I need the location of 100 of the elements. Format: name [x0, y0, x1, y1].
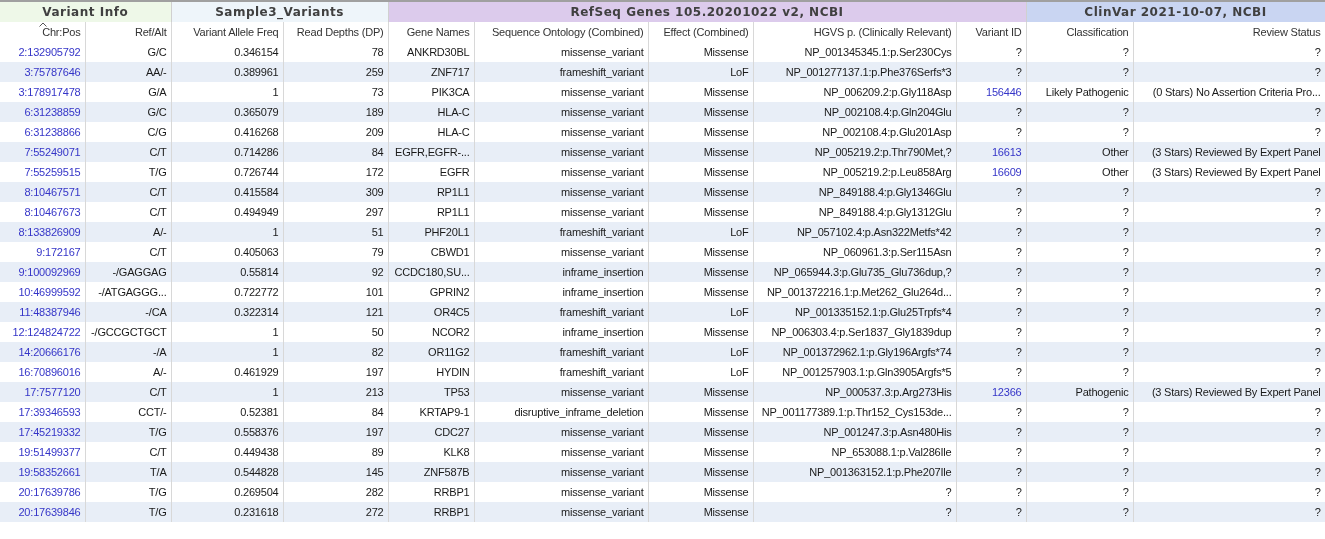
- table-cell: inframe_insertion: [562, 325, 644, 338]
- table-cell: 259: [365, 65, 384, 78]
- table-cell: TP53: [444, 385, 470, 398]
- table-cell: PHF20L1: [424, 225, 470, 238]
- table-cell: inframe_insertion: [562, 265, 644, 278]
- table-cell: missense_variant: [561, 105, 644, 118]
- table-link[interactable]: 17:39346593: [18, 405, 81, 418]
- table-cell: 51: [371, 225, 384, 238]
- table-cell: ?: [1122, 305, 1129, 318]
- table-cell: Missense: [703, 265, 749, 278]
- table-cell: NP_006209.2:p.Gly118Asp: [823, 85, 952, 98]
- table-cell: 0.346154: [234, 45, 279, 58]
- table-cell: missense_variant: [561, 85, 644, 98]
- table-link[interactable]: 19:58352661: [18, 465, 81, 478]
- table-cell: frameshift_variant: [559, 65, 644, 78]
- table-link[interactable]: 8:10467673: [24, 205, 81, 218]
- table-cell: 189: [365, 105, 384, 118]
- table-link[interactable]: 10:46999592: [18, 285, 81, 298]
- table-link[interactable]: 9:100092969: [18, 265, 81, 278]
- table-cell: ?: [1314, 465, 1321, 478]
- table-cell: (3 Stars) Reviewed By Expert Panel: [1151, 145, 1321, 158]
- table-cell: C/T: [149, 385, 167, 398]
- table-cell: NP_849188.4:p.Gly1312Glu: [818, 205, 952, 218]
- table-link[interactable]: 12366: [991, 385, 1022, 398]
- table-cell: NP_065944.3:p.Glu735_Glu736dup,?: [773, 265, 952, 278]
- table-cell: OR4C5: [433, 305, 470, 318]
- table-cell: -/CA: [145, 305, 167, 318]
- table-link[interactable]: 16613: [991, 145, 1022, 158]
- table-cell: T/G: [148, 485, 167, 498]
- table-cell: ?: [1015, 445, 1022, 458]
- table-cell: OR11G2: [428, 345, 470, 358]
- table-link[interactable]: 8:133826909: [18, 225, 81, 238]
- table-cell: Missense: [703, 505, 749, 518]
- table-cell: 1: [272, 345, 279, 358]
- table-cell: NP_000537.3:p.Arg273His: [825, 385, 952, 398]
- table-cell: 101: [365, 285, 384, 298]
- table-cell: G/C: [147, 45, 167, 58]
- table-link[interactable]: 17:7577120: [24, 385, 81, 398]
- table-link[interactable]: 3:75787646: [24, 65, 81, 78]
- table-link[interactable]: 16609: [991, 165, 1022, 178]
- table-link[interactable]: 6:31238859: [24, 105, 81, 118]
- table-cell: -/GAGGAG: [112, 265, 167, 278]
- table-cell: ?: [1122, 265, 1129, 278]
- group-header: Variant Info: [42, 5, 129, 19]
- table-cell: NP_001363152.1:p.Phe207Ile: [809, 465, 952, 478]
- table-cell: Other: [1102, 145, 1129, 158]
- table-cell: 282: [365, 485, 384, 498]
- table-cell: HYDIN: [436, 365, 470, 378]
- table-cell: ?: [1314, 205, 1321, 218]
- table-link[interactable]: 8:10467571: [24, 185, 81, 198]
- table-link[interactable]: 7:55259515: [24, 165, 81, 178]
- table-link[interactable]: 2:132905792: [18, 45, 81, 58]
- table-cell: C/T: [149, 185, 167, 198]
- table-cell: NP_001372216.1:p.Met262_Glu264d...: [766, 285, 952, 298]
- table-cell: CCDC180,SU...: [394, 265, 470, 278]
- table-cell: 0.55814: [240, 265, 279, 278]
- table-cell: NP_001277137.1:p.Phe376Serfs*3: [785, 65, 952, 78]
- table-cell: 272: [365, 505, 384, 518]
- table-cell: Pathogenic: [1075, 385, 1129, 398]
- table-link[interactable]: 20:17639786: [18, 485, 81, 498]
- table-link[interactable]: 7:55249071: [24, 145, 81, 158]
- table-link[interactable]: 12:124824722: [12, 325, 81, 338]
- table-link[interactable]: 19:51499377: [18, 445, 81, 458]
- table-cell: LoF: [730, 345, 749, 358]
- table-link[interactable]: 156446: [986, 85, 1022, 98]
- table-cell: 78: [371, 45, 384, 58]
- table-link[interactable]: 11:48387946: [19, 305, 81, 318]
- table-cell: 0.722772: [234, 285, 279, 298]
- table-cell: C/G: [147, 125, 167, 138]
- table-cell: 0.726744: [234, 165, 279, 178]
- table-cell: ?: [1122, 425, 1129, 438]
- table-cell: Missense: [703, 445, 749, 458]
- table-cell: (0 Stars) No Assertion Criteria Pro...: [1152, 85, 1321, 98]
- table-cell: -/ATGAGGG...: [98, 285, 167, 298]
- table-link[interactable]: 20:17639846: [18, 505, 81, 518]
- table-cell: missense_variant: [561, 125, 644, 138]
- table-cell: HLA-C: [437, 105, 470, 118]
- table-cell: Missense: [703, 125, 749, 138]
- table-cell: 0.494949: [234, 205, 279, 218]
- table-cell: A/-: [153, 225, 167, 238]
- table-cell: 0.389961: [234, 65, 279, 78]
- table-link[interactable]: 16:70896016: [18, 365, 81, 378]
- table-cell: 0.544828: [234, 465, 279, 478]
- table-cell: Missense: [703, 105, 749, 118]
- table-link[interactable]: 14:20666176: [18, 345, 81, 358]
- table-link[interactable]: 9:172167: [36, 245, 81, 258]
- table-cell: G/A: [148, 85, 167, 98]
- table-link[interactable]: 3:178917478: [18, 85, 81, 98]
- table-link[interactable]: 17:45219332: [18, 425, 81, 438]
- table-cell: ?: [1122, 125, 1129, 138]
- table-cell: 0.461929: [234, 365, 279, 378]
- table-cell: 82: [371, 345, 384, 358]
- table-link[interactable]: 6:31238866: [24, 125, 81, 138]
- table-cell: missense_variant: [561, 165, 644, 178]
- table-cell: ?: [1314, 225, 1321, 238]
- table-cell: 0.405063: [234, 245, 279, 258]
- table-cell: 0.449438: [234, 445, 279, 458]
- table-cell: 0.52381: [240, 405, 279, 418]
- table-cell: 1: [272, 385, 279, 398]
- table-cell: Other: [1102, 165, 1129, 178]
